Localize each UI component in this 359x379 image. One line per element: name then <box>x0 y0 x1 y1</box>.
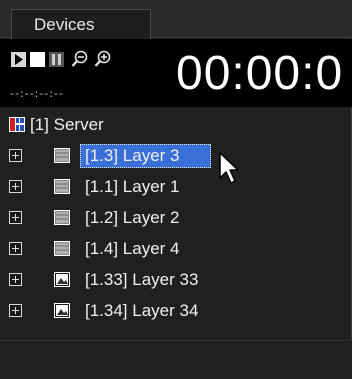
stop-icon <box>30 52 45 67</box>
layer-image-icon <box>54 303 70 318</box>
window-edge <box>352 0 359 379</box>
layer-pattern-icon <box>54 179 70 194</box>
layer-image-icon <box>54 272 70 287</box>
tree-item-layer[interactable]: [1.33] Layer 33 <box>0 268 352 292</box>
devices-panel: Devices --:--:--:-- 00:00:0 [1] Server [… <box>0 0 352 379</box>
device-tree: [1] Server [1.3] Layer 3 [1.1] Layer 1 [… <box>0 110 352 340</box>
tab-strip: Devices <box>0 0 352 39</box>
timecode-display: 00:00:0 <box>176 47 344 100</box>
stop-button[interactable] <box>30 52 45 67</box>
play-icon <box>11 52 26 67</box>
zoom-out-icon <box>71 50 88 67</box>
expand-toggle[interactable] <box>9 180 22 193</box>
zoom-in-button[interactable] <box>94 50 112 68</box>
tree-item-server[interactable]: [1] Server <box>0 113 352 137</box>
tree-item-layer[interactable]: [1.1] Layer 1 <box>0 175 352 199</box>
tree-item-label: [1.1] Layer 1 <box>85 177 180 196</box>
tree-item-label: [1.4] Layer 4 <box>85 239 180 258</box>
tree-item-layer[interactable]: [1.4] Layer 4 <box>0 237 352 261</box>
zoom-in-icon <box>94 50 111 67</box>
server-icon <box>9 117 25 132</box>
expand-toggle[interactable] <box>9 304 22 317</box>
layer-pattern-icon <box>54 210 70 225</box>
tree-item-layer[interactable]: [1.3] Layer 3 <box>0 144 352 168</box>
tree-item-label: [1.33] Layer 33 <box>85 270 199 289</box>
tree-item-label: [1.3] Layer 3 <box>85 146 180 165</box>
tree-item-label: [1] Server <box>30 115 104 134</box>
transport-bar: --:--:--:-- 00:00:0 <box>0 39 352 107</box>
small-counter: --:--:--:-- <box>10 87 64 100</box>
expand-toggle[interactable] <box>9 149 22 162</box>
tree-item-label: [1.34] Layer 34 <box>85 301 199 320</box>
tree-item-layer[interactable]: [1.2] Layer 2 <box>0 206 352 230</box>
layer-pattern-icon <box>54 148 70 163</box>
tab-devices[interactable]: Devices <box>11 9 151 39</box>
expand-toggle[interactable] <box>9 211 22 224</box>
tree-item-label: [1.2] Layer 2 <box>85 208 180 227</box>
expand-toggle[interactable] <box>9 273 22 286</box>
pause-button[interactable] <box>49 52 64 67</box>
tree-footer <box>0 340 352 379</box>
play-button[interactable] <box>11 52 26 67</box>
pause-icon <box>49 52 64 67</box>
expand-toggle[interactable] <box>9 242 22 255</box>
tree-item-layer[interactable]: [1.34] Layer 34 <box>0 299 352 323</box>
zoom-out-button[interactable] <box>71 50 89 68</box>
layer-pattern-icon <box>54 241 70 256</box>
